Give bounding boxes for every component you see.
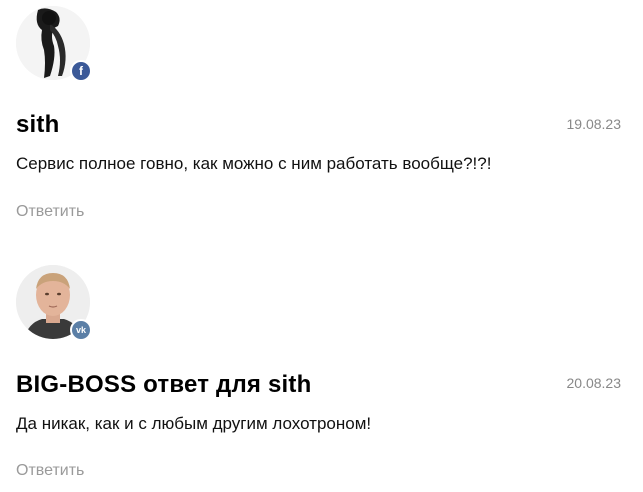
comment-item: vk BIG-BOSS ответ для sith 20.08.23 Да н… [0, 260, 643, 492]
comment-author: BIG-BOSS ответ для sith [16, 371, 312, 398]
comment-text: Да никак, как и с любым другим лохотроно… [16, 414, 372, 433]
reply-button[interactable]: Ответить [16, 462, 84, 480]
comment-date: 19.08.23 [566, 116, 622, 132]
facebook-icon: f [70, 60, 92, 82]
comment-author: sith [16, 111, 60, 138]
avatar-container: vk [16, 265, 92, 341]
comment-item: f sith 19.08.23 Сервис полное говно, как… [0, 0, 643, 250]
comment-text: Сервис полное говно, как можно с ним раб… [16, 154, 492, 173]
vk-icon: vk [70, 319, 92, 341]
reply-button[interactable]: Ответить [16, 203, 84, 221]
avatar-container: f [16, 6, 92, 82]
comment-date: 20.08.23 [566, 375, 622, 391]
